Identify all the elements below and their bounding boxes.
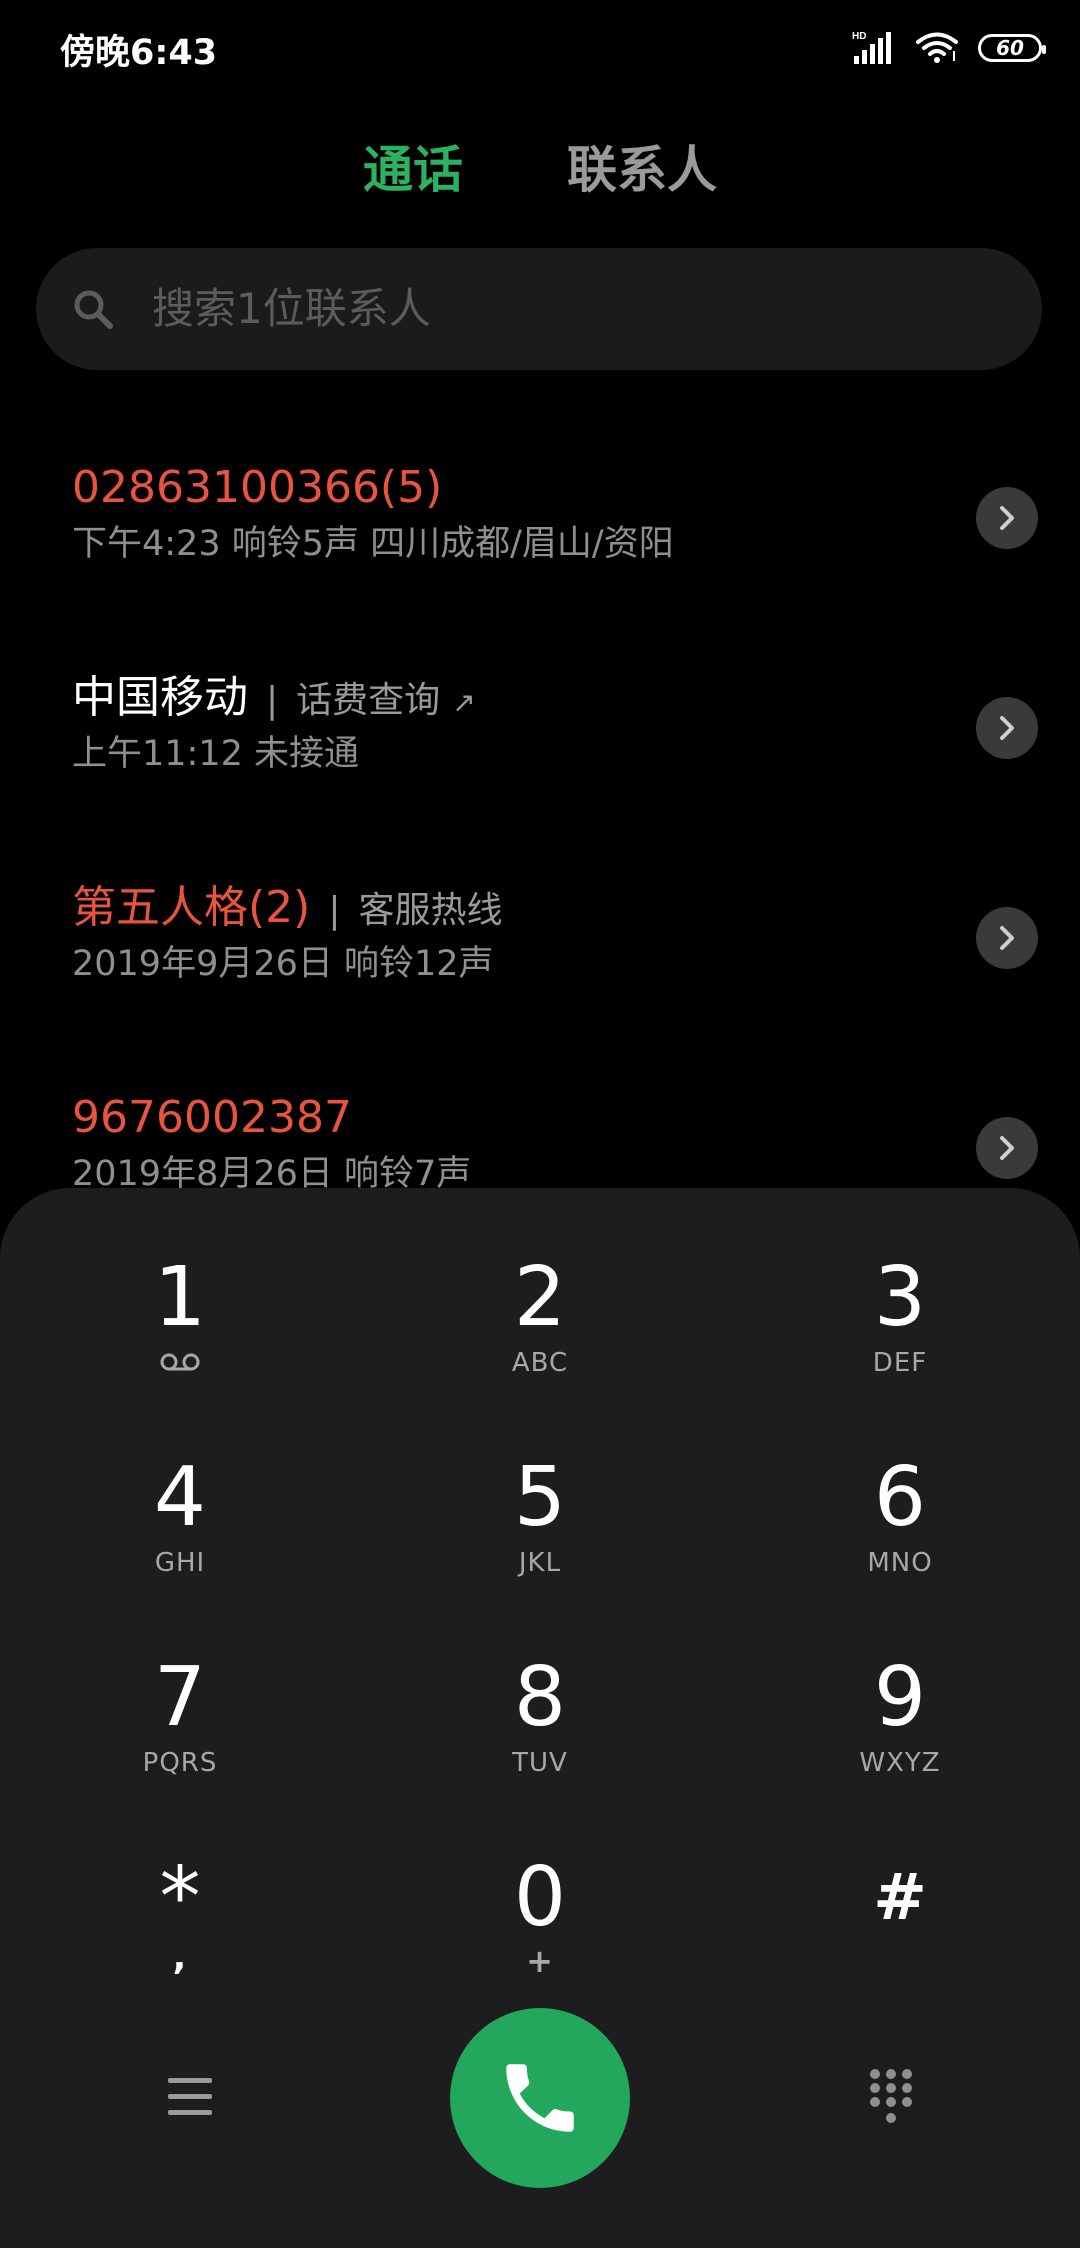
menu-button[interactable]: [160, 2070, 222, 2126]
status-time: 傍晚6:43: [60, 33, 218, 73]
key-star[interactable]: * ,: [40, 1850, 320, 2030]
key-pound[interactable]: #: [760, 1850, 1040, 2030]
dialpad-icon: [870, 2069, 912, 2123]
call-detail: 上午11:12 未接通: [72, 734, 359, 774]
top-tabs: 通话 联系人: [0, 130, 1080, 210]
key-letters: +: [526, 1942, 554, 1980]
tab-contacts[interactable]: 联系人: [567, 130, 717, 210]
dialer-actions: [0, 2008, 1080, 2188]
wifi-icon: [916, 32, 958, 63]
key-digit: 8: [513, 1650, 567, 1745]
key-5[interactable]: 5 JKL: [400, 1450, 680, 1630]
key-4[interactable]: 4 GHI: [40, 1450, 320, 1630]
battery-level: 60: [996, 36, 1024, 60]
call-log-item[interactable]: 第五人格(2) | 客服热线 2019年9月26日 响铃12声: [0, 875, 1080, 1025]
dialpad: 1 2 ABC 3 DEF 4 GHI 5 JKL 6 MNO 7 PQRS 8…: [0, 1188, 1080, 2248]
key-2[interactable]: 2 ABC: [400, 1250, 680, 1430]
call-details-button[interactable]: [976, 487, 1038, 549]
key-letters: JKL: [518, 1548, 562, 1578]
caller-tag[interactable]: 话费查询: [296, 680, 440, 721]
call-detail: 2019年9月26日 响铃12声: [72, 944, 494, 984]
key-letters: TUV: [512, 1748, 568, 1778]
call-name: 第五人格(2) | 客服热线: [72, 875, 502, 944]
phone-icon: [506, 2064, 574, 2132]
chevron-right-icon: [1000, 506, 1014, 530]
chevron-right-icon: [1000, 716, 1014, 740]
call-detail: 下午4:23 响铃5声 四川成都/眉山/资阳: [72, 524, 674, 564]
call-button[interactable]: [450, 2008, 630, 2188]
key-digit: 6: [873, 1450, 927, 1545]
key-letters: DEF: [872, 1348, 928, 1378]
key-digit: 1: [153, 1250, 207, 1345]
key-0[interactable]: 0 +: [400, 1850, 680, 2030]
key-1[interactable]: 1: [40, 1250, 320, 1430]
call-details-button[interactable]: [976, 1117, 1038, 1179]
search-bar[interactable]: 搜索1位联系人: [36, 248, 1042, 370]
search-icon: [74, 290, 113, 329]
call-details-button[interactable]: [976, 907, 1038, 969]
call-name: 中国移动 | 话费查询 ↗: [72, 665, 476, 736]
chevron-right-icon: [1000, 1136, 1014, 1160]
status-bar: 傍晚6:43 HD 60: [0, 0, 1080, 96]
call-name: 02863100366(5): [72, 455, 442, 521]
search-input[interactable]: 搜索1位联系人: [152, 248, 431, 370]
key-letters: GHI: [154, 1548, 206, 1578]
key-digit: 9: [873, 1650, 927, 1745]
tab-calls[interactable]: 通话: [363, 130, 463, 210]
key-digit: 0: [513, 1850, 567, 1945]
caller-name: 第五人格(2): [72, 882, 311, 933]
voicemail-icon: [160, 1353, 200, 1371]
caller-tag: 客服热线: [358, 890, 503, 931]
key-letters: PQRS: [142, 1748, 218, 1778]
call-name: 9676002387: [72, 1085, 352, 1151]
key-digit: *: [159, 1850, 201, 1945]
caller-name: 中国移动: [72, 672, 248, 723]
key-3[interactable]: 3 DEF: [760, 1250, 1040, 1430]
key-letters: WXYZ: [859, 1748, 941, 1778]
key-letters: MNO: [867, 1548, 933, 1578]
key-6[interactable]: 6 MNO: [760, 1450, 1040, 1630]
signal-icon: HD: [852, 31, 891, 64]
battery-indicator: 60: [978, 34, 1046, 62]
separator: |: [266, 680, 279, 721]
hd-label: HD: [852, 31, 866, 42]
key-digit: 4: [153, 1450, 207, 1545]
key-digit: 3: [873, 1250, 927, 1345]
chevron-right-icon: [1000, 926, 1014, 950]
call-log-item[interactable]: 中国移动 | 话费查询 ↗ 上午11:12 未接通: [0, 665, 1080, 815]
menu-icon: [168, 2078, 212, 2115]
key-letters: ,: [172, 1937, 188, 1978]
status-icons: HD 60: [852, 26, 1046, 70]
caller-name: 02863100366(5): [72, 462, 443, 513]
key-digit: 2: [513, 1250, 567, 1345]
caller-name: 9676002387: [72, 1092, 352, 1143]
external-link-icon: ↗: [452, 686, 476, 719]
separator: |: [328, 890, 341, 931]
call-log-item[interactable]: 02863100366(5) 下午4:23 响铃5声 四川成都/眉山/资阳: [0, 455, 1080, 605]
key-letters: ABC: [511, 1348, 569, 1378]
key-8[interactable]: 8 TUV: [400, 1650, 680, 1830]
key-digit: #: [873, 1861, 927, 1935]
key-7[interactable]: 7 PQRS: [40, 1650, 320, 1830]
keypad-toggle-button[interactable]: [866, 2066, 916, 2130]
key-9[interactable]: 9 WXYZ: [760, 1650, 1040, 1830]
key-digit: 5: [513, 1450, 567, 1545]
key-digit: 7: [153, 1650, 207, 1745]
call-details-button[interactable]: [976, 697, 1038, 759]
